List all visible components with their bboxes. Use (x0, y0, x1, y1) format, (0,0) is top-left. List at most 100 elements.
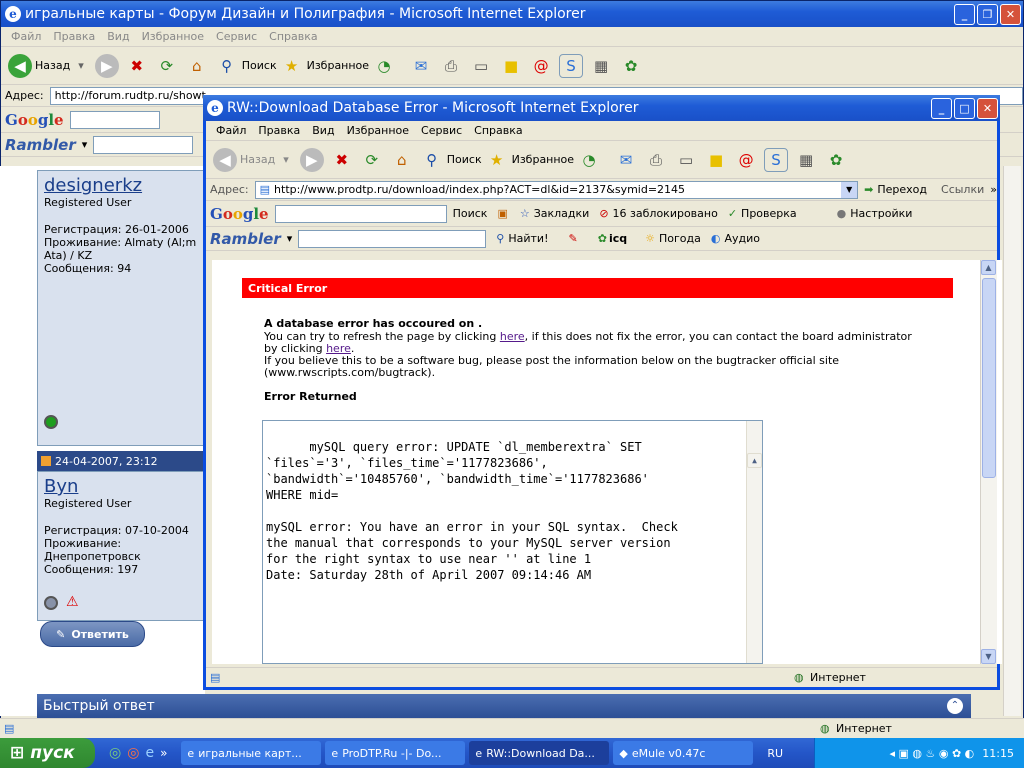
restore-button[interactable]: ❐ (977, 3, 998, 25)
chevron-right-icon[interactable]: » (990, 183, 997, 196)
history-icon[interactable]: ◔ (577, 148, 601, 172)
edit-icon[interactable]: ▭ (674, 148, 698, 172)
scroll-thumb[interactable] (982, 278, 996, 478)
textarea-scrollbar[interactable]: ▲ (746, 421, 762, 663)
edit-icon[interactable]: ▭ (469, 54, 493, 78)
menu-file[interactable]: Файл (210, 124, 252, 137)
stop-icon[interactable]: ✖ (330, 148, 354, 172)
minimize-button[interactable]: _ (954, 3, 975, 25)
fg-titlebar[interactable]: e RW::Download Database Error - Microsof… (203, 95, 1000, 121)
refresh-icon[interactable]: ⟳ (360, 148, 384, 172)
maximize-button[interactable]: □ (954, 97, 975, 119)
address-input[interactable]: ▤ http://www.prodtp.ru/download/index.ph… (254, 180, 859, 199)
bg-vertical-scrollbar[interactable] (1003, 166, 1021, 716)
mail-icon[interactable]: ✉ (409, 54, 433, 78)
favorites-star-icon[interactable]: ★ (485, 148, 509, 172)
menu-file[interactable]: Файл (5, 30, 47, 43)
home-icon[interactable]: ⌂ (390, 148, 414, 172)
menu-tools[interactable]: Сервис (415, 124, 468, 137)
menu-view[interactable]: Вид (306, 124, 340, 137)
highlight-icon[interactable]: ✎ (569, 232, 578, 245)
back-label[interactable]: Назад (240, 153, 275, 166)
scroll-down-arrow-icon[interactable]: ▼ (981, 649, 996, 664)
scroll-up-arrow-icon[interactable]: ▲ (747, 453, 762, 468)
icq-flower-icon[interactable]: ✿ (619, 54, 643, 78)
popup-blocked-count[interactable]: 16 заблокировано (613, 207, 718, 220)
go-button[interactable]: Переход (877, 183, 927, 196)
favorites-label[interactable]: Избранное (512, 153, 574, 166)
search-icon[interactable]: ⚲ (215, 54, 239, 78)
scroll-up-arrow-icon[interactable]: ▲ (981, 260, 996, 275)
skype-icon[interactable]: S (559, 53, 584, 78)
post-username[interactable]: Byn (44, 476, 198, 497)
tray-icons[interactable]: ◂ ▣ ◍ ♨ ◉ ✿ ◐ (890, 747, 975, 760)
quicklaunch-ie-icon[interactable]: e (145, 745, 154, 761)
search-icon[interactable]: ⚲ (420, 148, 444, 172)
bg-titlebar[interactable]: e игральные карты - Форум Дизайн и Полиг… (1, 1, 1023, 27)
close-button[interactable]: ✕ (1000, 3, 1021, 25)
mailru-icon[interactable]: @ (734, 148, 758, 172)
favorites-label[interactable]: Избранное (307, 59, 369, 72)
weather-button[interactable]: Погода (659, 232, 701, 245)
icq-flower-icon[interactable]: ✿ (824, 148, 848, 172)
search-label[interactable]: Поиск (242, 59, 277, 72)
reply-button[interactable]: ✎ Ответить (40, 621, 145, 647)
quick-reply-bar[interactable]: Быстрый ответ ⌃ (37, 694, 971, 718)
menu-help[interactable]: Справка (468, 124, 528, 137)
minimize-button[interactable]: _ (931, 97, 952, 119)
rambler-search-input[interactable] (298, 229, 487, 248)
skype-icon[interactable]: S (764, 147, 789, 172)
go-arrow-icon[interactable]: ➡ (864, 183, 873, 196)
research-icon[interactable]: ▦ (589, 54, 613, 78)
refresh-icon[interactable]: ⟳ (155, 54, 179, 78)
google-search-button[interactable]: Поиск (453, 207, 488, 220)
taskbar-item[interactable]: e ProDTP.Ru -|- Do... (325, 741, 466, 765)
refresh-link[interactable]: here (500, 330, 525, 343)
menu-favorites[interactable]: Избранное (341, 124, 415, 137)
menu-edit[interactable]: Правка (47, 30, 101, 43)
close-button[interactable]: ✕ (977, 97, 998, 119)
language-indicator[interactable]: RU (767, 747, 783, 760)
mail-icon[interactable]: ✉ (614, 148, 638, 172)
print-icon[interactable]: ⎙ (439, 54, 463, 78)
icq-button[interactable]: icq (609, 232, 627, 245)
google-search-input[interactable] (69, 110, 160, 129)
forward-arrow-icon[interactable]: ▶ (299, 147, 324, 172)
menu-help[interactable]: Справка (263, 30, 323, 43)
rambler-find-button[interactable]: Найти! (508, 232, 548, 245)
report-warning-icon[interactable]: ⚠ (66, 594, 79, 610)
menu-tools[interactable]: Сервис (210, 30, 263, 43)
google-news-icon[interactable]: ▣ (497, 207, 507, 220)
collapse-icon[interactable]: ⌃ (947, 698, 963, 714)
taskbar-item[interactable]: e игральные карт... (181, 741, 322, 765)
links-label[interactable]: Ссылки (941, 183, 984, 196)
menu-edit[interactable]: Правка (252, 124, 306, 137)
taskbar-item-active[interactable]: e RW::Download Da... (469, 741, 610, 765)
print-icon[interactable]: ⎙ (644, 148, 668, 172)
back-arrow-icon[interactable]: ◀ (8, 53, 32, 78)
start-button[interactable]: ⊞ пуск (0, 738, 95, 768)
address-dropdown-icon[interactable]: ▼ (841, 181, 858, 198)
audio-button[interactable]: Аудио (724, 232, 760, 245)
forward-arrow-icon[interactable]: ▶ (94, 53, 119, 78)
note-icon[interactable]: ■ (499, 54, 523, 78)
history-icon[interactable]: ◔ (372, 54, 396, 78)
sql-error-textarea[interactable]: mySQL query error: UPDATE `dl_memberextr… (262, 420, 763, 664)
stop-icon[interactable]: ✖ (125, 54, 149, 78)
bookmarks-button[interactable]: Закладки (534, 207, 590, 220)
quicklaunch-icon[interactable]: ◎ (127, 745, 139, 761)
menu-view[interactable]: Вид (101, 30, 135, 43)
home-icon[interactable]: ⌂ (185, 54, 209, 78)
mailru-icon[interactable]: @ (529, 54, 553, 78)
settings-button[interactable]: Настройки (850, 207, 912, 220)
research-icon[interactable]: ▦ (794, 148, 818, 172)
clock[interactable]: 11:15 (982, 747, 1014, 760)
note-icon[interactable]: ■ (704, 148, 728, 172)
rambler-search-input[interactable] (93, 135, 194, 154)
page-vertical-scrollbar[interactable]: ▲ ▼ (980, 260, 997, 664)
search-label[interactable]: Поиск (447, 153, 482, 166)
spellcheck-button[interactable]: Проверка (741, 207, 797, 220)
google-search-input[interactable] (274, 204, 447, 223)
post-username[interactable]: designerkz (44, 175, 198, 196)
back-arrow-icon[interactable]: ◀ (213, 147, 237, 172)
